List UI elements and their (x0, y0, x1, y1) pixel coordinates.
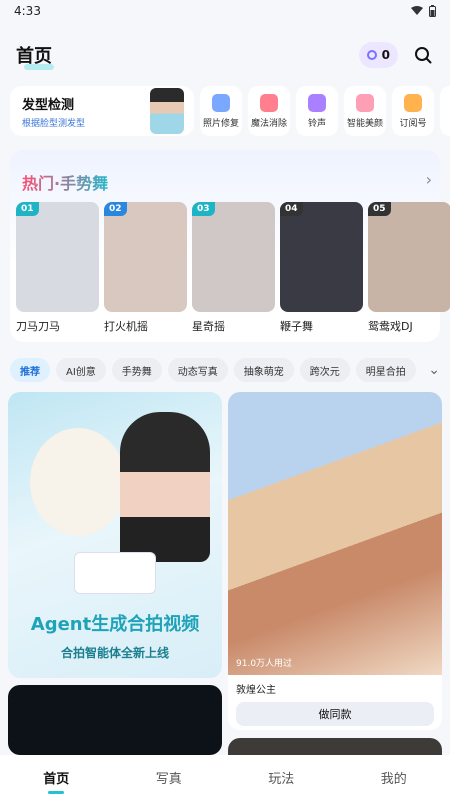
hot-item-name: 打火机摇 (104, 320, 148, 333)
tool-more[interactable]: 美 (440, 86, 450, 136)
tool-row: 发型检测 根据脸型测发型 照片修复 魔法消除 铃声 智能美颜 订阅号 美 (0, 86, 450, 138)
feed-card-template[interactable]: 91.0万人用过 敦煌公主 做同款 (228, 392, 442, 730)
coin-count: 0 (381, 48, 390, 62)
make-same-button[interactable]: 做同款 (236, 702, 434, 726)
hair-detect-image (150, 88, 184, 134)
hot-item[interactable]: 01 刀马刀马 (16, 202, 99, 334)
header: 首页 0 (0, 34, 450, 76)
tab-play[interactable]: 玩法 (225, 755, 338, 800)
category-tab[interactable]: AI创意 (56, 358, 106, 382)
hair-detect-card[interactable]: 发型检测 根据脸型测发型 (10, 86, 194, 136)
hot-item[interactable]: 02 打火机摇 (104, 202, 187, 334)
hot-list: 01 刀马刀马 02 打火机摇 03 星奇摇 04 鞭子舞 05 鸳鸯戏DJ (16, 202, 450, 334)
tool-photo-restore[interactable]: 照片修复 (200, 86, 242, 136)
status-time: 4:33 (14, 4, 41, 18)
feed-card-agent[interactable]: Agent生成合拍视频 合拍智能体全新上线 (8, 392, 222, 678)
hot-rank-badge: 01 (16, 202, 39, 216)
tool-label: 照片修复 (202, 118, 239, 129)
beauty-icon (356, 93, 374, 112)
search-button[interactable] (412, 44, 434, 66)
tool-label: 魔法消除 (250, 118, 287, 129)
hot-item-name: 鸳鸯戏DJ (368, 320, 413, 333)
hot-item[interactable]: 03 星奇摇 (192, 202, 275, 334)
bottom-tab-bar: 首页 写真 玩法 我的 (0, 755, 450, 800)
photo-restore-icon (212, 93, 230, 112)
category-tab[interactable]: 抽象萌宠 (233, 358, 294, 382)
tool-ringtone[interactable]: 铃声 (296, 86, 338, 136)
hot-rank-badge: 05 (368, 202, 391, 216)
hot-item-name: 星奇摇 (192, 320, 225, 333)
hot-rank-badge: 03 (192, 202, 215, 216)
subscription-icon (404, 93, 422, 112)
chevron-right-icon[interactable]: › (426, 170, 432, 189)
hair-detect-subtitle: 根据脸型测发型 (22, 118, 86, 129)
hot-item[interactable]: 04 鞭子舞 (280, 202, 363, 334)
merge-preview-image (74, 552, 156, 594)
tool-subscription[interactable]: 订阅号 (392, 86, 434, 136)
used-count: 91.0万人用过 (236, 659, 293, 669)
page-title: 首页 (16, 42, 54, 70)
wifi-icon (411, 6, 423, 15)
hot-item[interactable]: 05 鸳鸯戏DJ (368, 202, 450, 334)
hot-thumbnail: 02 (104, 202, 187, 312)
category-tab[interactable]: 明星合拍 (355, 358, 416, 382)
category-tab[interactable]: 手势舞 (111, 358, 162, 382)
feed-card[interactable] (8, 685, 222, 755)
coin-icon (366, 50, 377, 60)
hair-detect-title: 发型检测 (22, 97, 75, 113)
dog-image (30, 428, 126, 536)
feed-card-subtitle: 合拍智能体全新上线 (60, 646, 169, 660)
template-name: 敦煌公主 (236, 685, 276, 696)
chevron-down-icon[interactable]: ⌄ (428, 362, 440, 378)
hot-thumbnail: 05 (368, 202, 450, 312)
feed-card-title: Agent生成合拍视频 (30, 614, 200, 635)
tool-label: 智能美颜 (346, 118, 383, 129)
battery-icon (429, 5, 436, 17)
coin-balance[interactable]: 0 (358, 42, 398, 68)
status-icons (411, 5, 436, 17)
tool-magic-erase[interactable]: 魔法消除 (248, 86, 290, 136)
category-tab[interactable]: 推荐 (10, 358, 50, 382)
hot-section: 热门·手势舞 › 01 刀马刀马 02 打火机摇 03 星奇摇 04 鞭子舞 0… (10, 150, 450, 342)
tool-beauty[interactable]: 智能美颜 (344, 86, 386, 136)
hot-thumbnail: 01 (16, 202, 99, 312)
search-icon (415, 47, 432, 64)
category-tabs: 推荐 AI创意 手势舞 动态写真 抽象萌宠 跨次元 明星合拍 ⌄ (10, 358, 440, 382)
hot-thumbnail: 03 (192, 202, 275, 312)
hot-rank-badge: 04 (280, 202, 303, 216)
tool-label: 订阅号 (399, 118, 427, 129)
tool-label: 铃声 (307, 118, 326, 129)
hot-rank-badge: 02 (104, 202, 127, 216)
portrait-image (120, 412, 210, 562)
hot-section-title: 热门·手势舞 (22, 170, 108, 194)
category-tab[interactable]: 跨次元 (299, 358, 350, 382)
tab-me[interactable]: 我的 (338, 755, 450, 800)
bell-icon (308, 93, 326, 112)
category-tab[interactable]: 动态写真 (167, 358, 228, 382)
hot-item-name: 鞭子舞 (280, 320, 313, 333)
tab-home[interactable]: 首页 (0, 755, 113, 800)
template-image: 91.0万人用过 (228, 392, 442, 675)
magic-erase-icon (260, 93, 278, 112)
tab-portrait[interactable]: 写真 (113, 755, 226, 800)
hot-item-name: 刀马刀马 (16, 320, 60, 333)
hot-thumbnail: 04 (280, 202, 363, 312)
status-bar: 4:33 (0, 0, 450, 22)
